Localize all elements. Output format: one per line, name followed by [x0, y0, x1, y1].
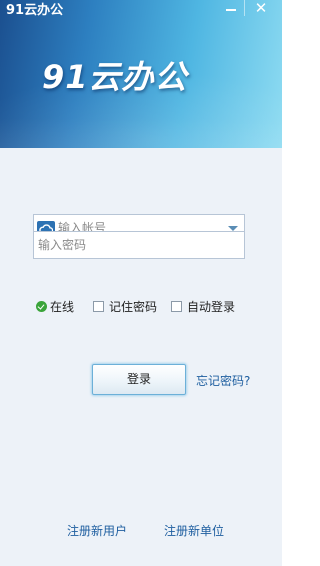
auto-login-checkbox[interactable]: 自动登录 [171, 299, 235, 315]
minimize-button[interactable] [219, 0, 243, 18]
checkbox-icon [171, 301, 182, 312]
brand-logo: 91云办公 [42, 58, 188, 96]
remember-password-label: 记住密码 [109, 300, 158, 314]
remember-password-checkbox[interactable]: 记住密码 [93, 299, 157, 315]
close-icon: ✕ [254, 0, 268, 17]
login-button[interactable]: 登录 [92, 364, 186, 395]
online-status-selector[interactable]: 在线 [36, 299, 74, 315]
login-window: 91云办公 ✕ 91云办公 输入帐号 输入密码 在线 记住密码 自动登录 登录 … [0, 0, 282, 566]
auto-login-label: 自动登录 [187, 300, 236, 314]
close-button[interactable]: ✕ [249, 0, 273, 18]
minimize-icon [226, 9, 236, 11]
online-status-label: 在线 [50, 300, 75, 314]
checkbox-icon [93, 301, 104, 312]
check-circle-icon [36, 301, 47, 312]
header-banner: 91云办公 ✕ 91云办公 [0, 0, 282, 148]
register-org-link[interactable]: 注册新单位 [164, 522, 224, 539]
forgot-password-link[interactable]: 忘记密码? [196, 372, 250, 389]
title-divider [244, 0, 245, 16]
password-placeholder: 输入密码 [38, 238, 87, 252]
register-user-link[interactable]: 注册新用户 [67, 522, 127, 539]
password-input[interactable]: 输入密码 [33, 231, 245, 259]
window-title: 91云办公 [6, 3, 64, 18]
